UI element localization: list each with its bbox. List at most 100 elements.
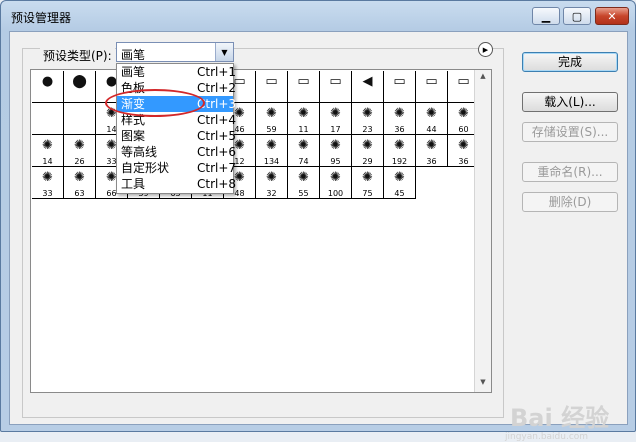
brush-tip-icon: ✺ xyxy=(266,170,277,185)
scroll-up-icon[interactable]: ▲ xyxy=(477,72,489,84)
brush-tip-icon: ✺ xyxy=(266,106,277,121)
brush-tip-icon: ▭ xyxy=(393,74,406,89)
brush-cell[interactable]: ⬤ xyxy=(64,71,96,103)
brush-cell[interactable]: ✺ 192 xyxy=(384,135,416,167)
brush-cell[interactable]: ✺ 23 xyxy=(352,103,384,135)
brush-tip-icon: ✺ xyxy=(394,106,405,121)
brush-cell[interactable]: ✺ 44 xyxy=(416,103,448,135)
brush-cell[interactable]: ✺ 95 xyxy=(320,135,352,167)
brush-tip-icon: ✺ xyxy=(362,138,373,153)
brush-cell[interactable]: ✺ 36 xyxy=(416,135,448,167)
rename-button[interactable]: 重命名(R)... xyxy=(522,162,618,182)
brush-tip-icon: ✺ xyxy=(426,106,437,121)
brush-cell[interactable]: ✺ 45 xyxy=(384,167,416,199)
brush-cell[interactable]: ● xyxy=(32,71,64,103)
scroll-down-icon[interactable]: ▼ xyxy=(477,378,489,390)
brush-cell[interactable]: ✺ 33 xyxy=(32,167,64,199)
brush-tip-icon: ✺ xyxy=(362,170,373,185)
brush-size-label: 100 xyxy=(327,189,344,198)
brush-tip-icon: ✺ xyxy=(298,138,309,153)
preset-type-value: 画笔 xyxy=(121,48,146,62)
load-button[interactable]: 载入(L)... xyxy=(522,92,618,112)
menu-item[interactable]: 画笔 Ctrl+1 xyxy=(117,64,236,80)
brush-cell[interactable]: ✺ 29 xyxy=(352,135,384,167)
brush-cell[interactable]: ✺ 134 xyxy=(256,135,288,167)
brush-cell[interactable]: ▭ xyxy=(416,71,448,103)
brush-size-label: 14 xyxy=(42,157,53,166)
brush-size-label: 134 xyxy=(263,157,280,166)
brush-tip-icon: ✺ xyxy=(426,138,437,153)
done-button[interactable]: 完成 xyxy=(522,52,618,72)
brush-cell[interactable]: ✺ 74 xyxy=(288,135,320,167)
brush-cell[interactable] xyxy=(64,103,96,135)
menu-item[interactable]: 图案 Ctrl+5 xyxy=(117,128,236,144)
minimize-button[interactable]: ▁ xyxy=(532,7,560,25)
chevron-down-icon[interactable]: ▼ xyxy=(215,43,233,61)
preset-type-menu: 画笔 Ctrl+1 色板 Ctrl+2 渐变 Ctrl+3 样式 Ctrl+4 图案 Ct… xyxy=(116,63,236,194)
highlight-ring xyxy=(105,89,205,117)
brush-tip-icon: ✺ xyxy=(266,138,277,153)
brush-cell[interactable]: ✺ 55 xyxy=(288,167,320,199)
brush-cell[interactable]: ✺ 26 xyxy=(64,135,96,167)
brush-cell[interactable]: ✺ 75 xyxy=(352,167,384,199)
brush-size-label: 33 xyxy=(42,189,53,198)
maximize-button[interactable]: ▢ xyxy=(563,7,591,25)
brush-tip-icon: ✺ xyxy=(330,138,341,153)
brush-cell[interactable]: ▭ xyxy=(288,71,320,103)
brush-tip-icon: ✺ xyxy=(362,106,373,121)
brush-cell[interactable]: ▭ xyxy=(256,71,288,103)
window-title: 预设管理器 xyxy=(11,11,72,25)
preset-list[interactable]: ●⬤●▭▭▭▭▭▭▭◀▭▭▭✺14✺46✺59✺11✺17✺23✺36✺44✺6… xyxy=(30,69,492,393)
brush-cell[interactable]: ✺ 14 xyxy=(32,135,64,167)
brush-cell[interactable]: ✺ 11 xyxy=(288,103,320,135)
brush-cell[interactable]: ▭ xyxy=(384,71,416,103)
brush-cell[interactable]: ✺ 36 xyxy=(384,103,416,135)
delete-button[interactable]: 删除(D) xyxy=(522,192,618,212)
brush-tip-icon: ▭ xyxy=(265,74,278,89)
close-icon: ✕ xyxy=(607,9,617,23)
brush-cell[interactable]: ✺ 59 xyxy=(256,103,288,135)
brush-tip-icon: ✺ xyxy=(298,106,309,121)
brush-size-label: 44 xyxy=(426,125,437,134)
menu-item[interactable]: 工具 Ctrl+8 xyxy=(117,176,236,192)
save-settings-button[interactable]: 存储设置(S)... xyxy=(522,122,618,142)
brush-tip-icon: ✺ xyxy=(394,138,405,153)
brush-tip-icon: ▭ xyxy=(297,74,310,89)
brush-size-label: 32 xyxy=(266,189,277,198)
vertical-scrollbar[interactable]: ▲ ▼ xyxy=(474,70,491,392)
preset-type-label: 预设类型(P): xyxy=(40,47,115,64)
brush-cell[interactable]: ✺ 63 xyxy=(64,167,96,199)
brush-tip-icon: ✺ xyxy=(330,106,341,121)
brush-size-label: 95 xyxy=(330,157,341,166)
brush-size-label: 63 xyxy=(74,189,85,198)
brush-size-label: 59 xyxy=(266,125,277,134)
brush-tip-icon: ✺ xyxy=(42,138,53,153)
preset-type-select[interactable]: 画笔 ▼ xyxy=(116,42,234,62)
brush-size-label: 192 xyxy=(391,157,408,166)
brush-tip-icon: ● xyxy=(41,74,54,89)
brush-cell[interactable]: ✺ 17 xyxy=(320,103,352,135)
menu-item[interactable]: 等高线 Ctrl+6 xyxy=(117,144,236,160)
brush-tip-icon: ◀ xyxy=(362,74,373,89)
brush-grid: ●⬤●▭▭▭▭▭▭▭◀▭▭▭✺14✺46✺59✺11✺17✺23✺36✺44✺6… xyxy=(32,71,480,199)
close-button[interactable]: ✕ xyxy=(595,7,629,25)
brush-tip-icon: ✺ xyxy=(330,170,341,185)
brush-size-label: 29 xyxy=(362,157,373,166)
brush-cell[interactable]: ✺ 32 xyxy=(256,167,288,199)
brush-size-label: 23 xyxy=(362,125,373,134)
brush-size-label: 36 xyxy=(426,157,437,166)
brush-cell[interactable]: ◀ xyxy=(352,71,384,103)
flyout-menu-icon[interactable]: ▶ xyxy=(478,42,493,57)
brush-cell[interactable]: ✺ 100 xyxy=(320,167,352,199)
brush-tip-icon: ✺ xyxy=(74,170,85,185)
brush-cell[interactable] xyxy=(32,103,64,135)
brush-tip-icon: ⬤ xyxy=(72,74,87,89)
brush-tip-icon: ✺ xyxy=(42,170,53,185)
brush-size-label: 11 xyxy=(298,125,309,134)
brush-tip-icon: ▭ xyxy=(425,74,438,89)
brush-tip-icon: ✺ xyxy=(394,170,405,185)
brush-cell[interactable]: ▭ xyxy=(320,71,352,103)
brush-size-label: 17 xyxy=(330,125,341,134)
brush-tip-icon: ✺ xyxy=(74,138,85,153)
menu-item[interactable]: 自定形状 Ctrl+7 xyxy=(117,160,236,176)
